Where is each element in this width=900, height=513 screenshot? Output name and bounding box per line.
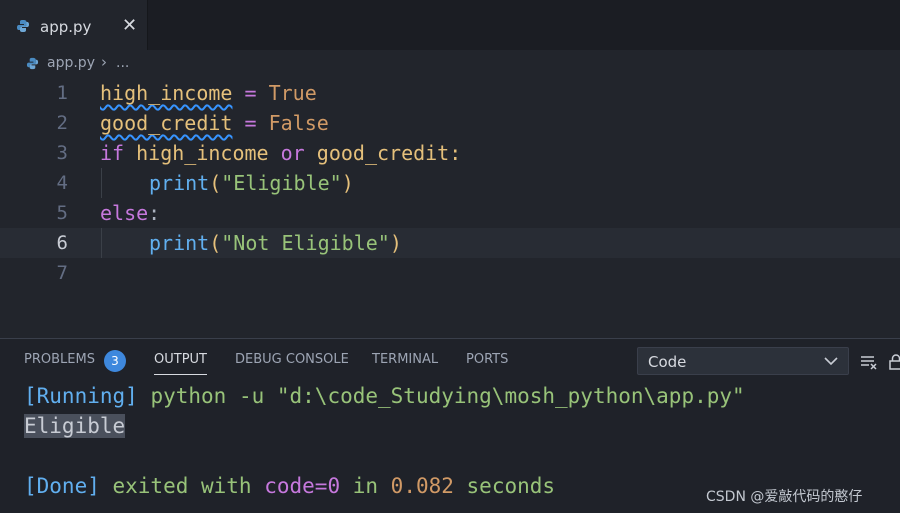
tab-terminal[interactable]: TERMINAL: [372, 352, 438, 367]
output-channel-value: Code: [648, 353, 687, 371]
code-line: 2 good_credit = False: [0, 108, 900, 138]
tab-debug-console[interactable]: DEBUG CONSOLE: [235, 352, 349, 367]
code-line: 7: [0, 258, 900, 288]
output-line-done: [Done] exited with code=0 in 0.082 secon…: [24, 474, 556, 498]
code-text: if high_income or good_credit:: [100, 141, 462, 165]
tab-bar: app.py ✕: [0, 0, 900, 50]
line-number: 3: [56, 142, 68, 164]
line-number: 1: [56, 82, 68, 104]
code-text: high_income = True: [100, 81, 317, 105]
code-line: 4 print("Eligible"): [0, 168, 900, 198]
indent-guide: [101, 168, 102, 198]
tab-problems[interactable]: PROBLEMS: [24, 352, 95, 367]
line-number: 5: [56, 202, 68, 224]
code-line: 1 high_income = True: [0, 78, 900, 108]
tab-output[interactable]: OUTPUT: [154, 352, 207, 375]
line-number: 4: [56, 172, 68, 194]
tab-label: app.py: [40, 18, 92, 36]
breadcrumb-python-icon: [26, 57, 39, 70]
output-channel-select[interactable]: Code: [637, 347, 849, 375]
code-line: 5 else:: [0, 198, 900, 228]
breadcrumb-file[interactable]: app.py: [47, 55, 95, 71]
line-number: 7: [56, 262, 68, 284]
line-number: 2: [56, 112, 68, 134]
code-text: print("Not Eligible"): [149, 231, 402, 255]
chevron-down-icon: [824, 357, 838, 366]
breadcrumb: [0, 50, 900, 78]
code-line: 3 if high_income or good_credit:: [0, 138, 900, 168]
python-file-icon: [17, 20, 29, 32]
indent-guide: [101, 228, 102, 258]
output-line-running: [Running] python -u "d:\code_Studying\mo…: [24, 384, 745, 408]
close-icon[interactable]: ✕: [122, 15, 137, 36]
watermark: CSDN @爱敲代码的憨仔: [706, 489, 863, 505]
output-line-result: Eligible: [24, 414, 126, 438]
chevron-right-icon: ›: [101, 53, 107, 71]
breadcrumb-more[interactable]: ...: [116, 55, 129, 71]
code-text: else:: [100, 201, 161, 225]
code-line-active: 6 print("Not Eligible"): [0, 228, 900, 258]
code-text: good_credit = False: [100, 111, 329, 135]
problems-count-badge: 3: [104, 350, 126, 372]
lock-icon[interactable]: [889, 354, 900, 370]
tab-ports[interactable]: PORTS: [466, 352, 508, 367]
tab-app-py[interactable]: app.py ✕: [0, 0, 148, 50]
clear-output-icon[interactable]: [860, 354, 878, 370]
code-editor[interactable]: 1 high_income = True 2 good_credit = Fal…: [0, 78, 900, 338]
line-number: 6: [56, 232, 68, 254]
code-text: print("Eligible"): [149, 171, 354, 195]
